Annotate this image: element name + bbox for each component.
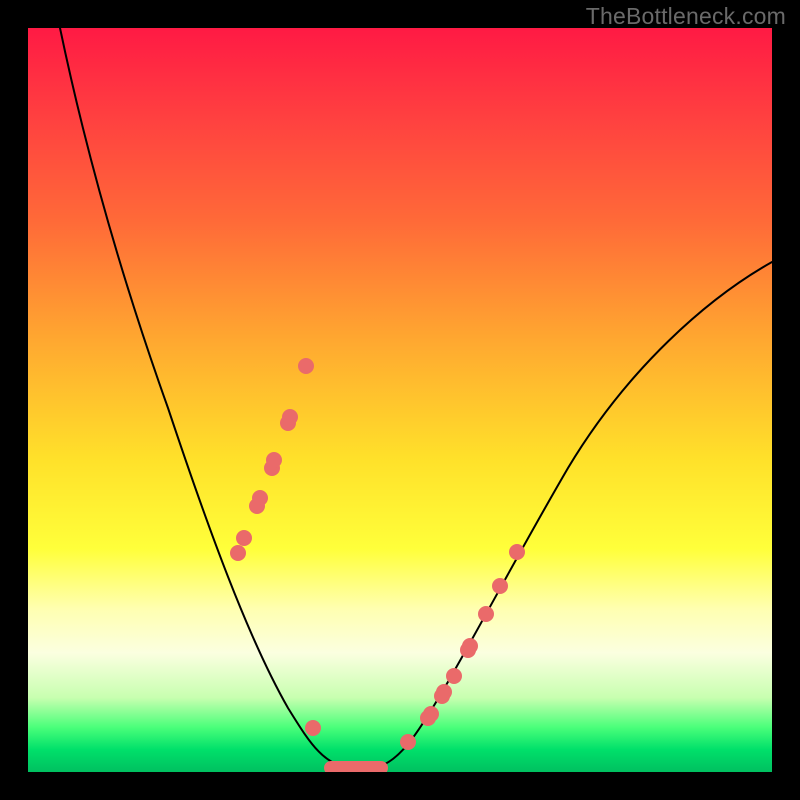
watermark-text: TheBottleneck.com [586, 3, 786, 30]
plot-area [28, 28, 772, 772]
marker-group [230, 358, 525, 750]
bottleneck-curve [60, 28, 772, 768]
optimal-zone [324, 761, 388, 772]
outer-frame: TheBottleneck.com [0, 0, 800, 800]
chart-svg [28, 28, 772, 772]
